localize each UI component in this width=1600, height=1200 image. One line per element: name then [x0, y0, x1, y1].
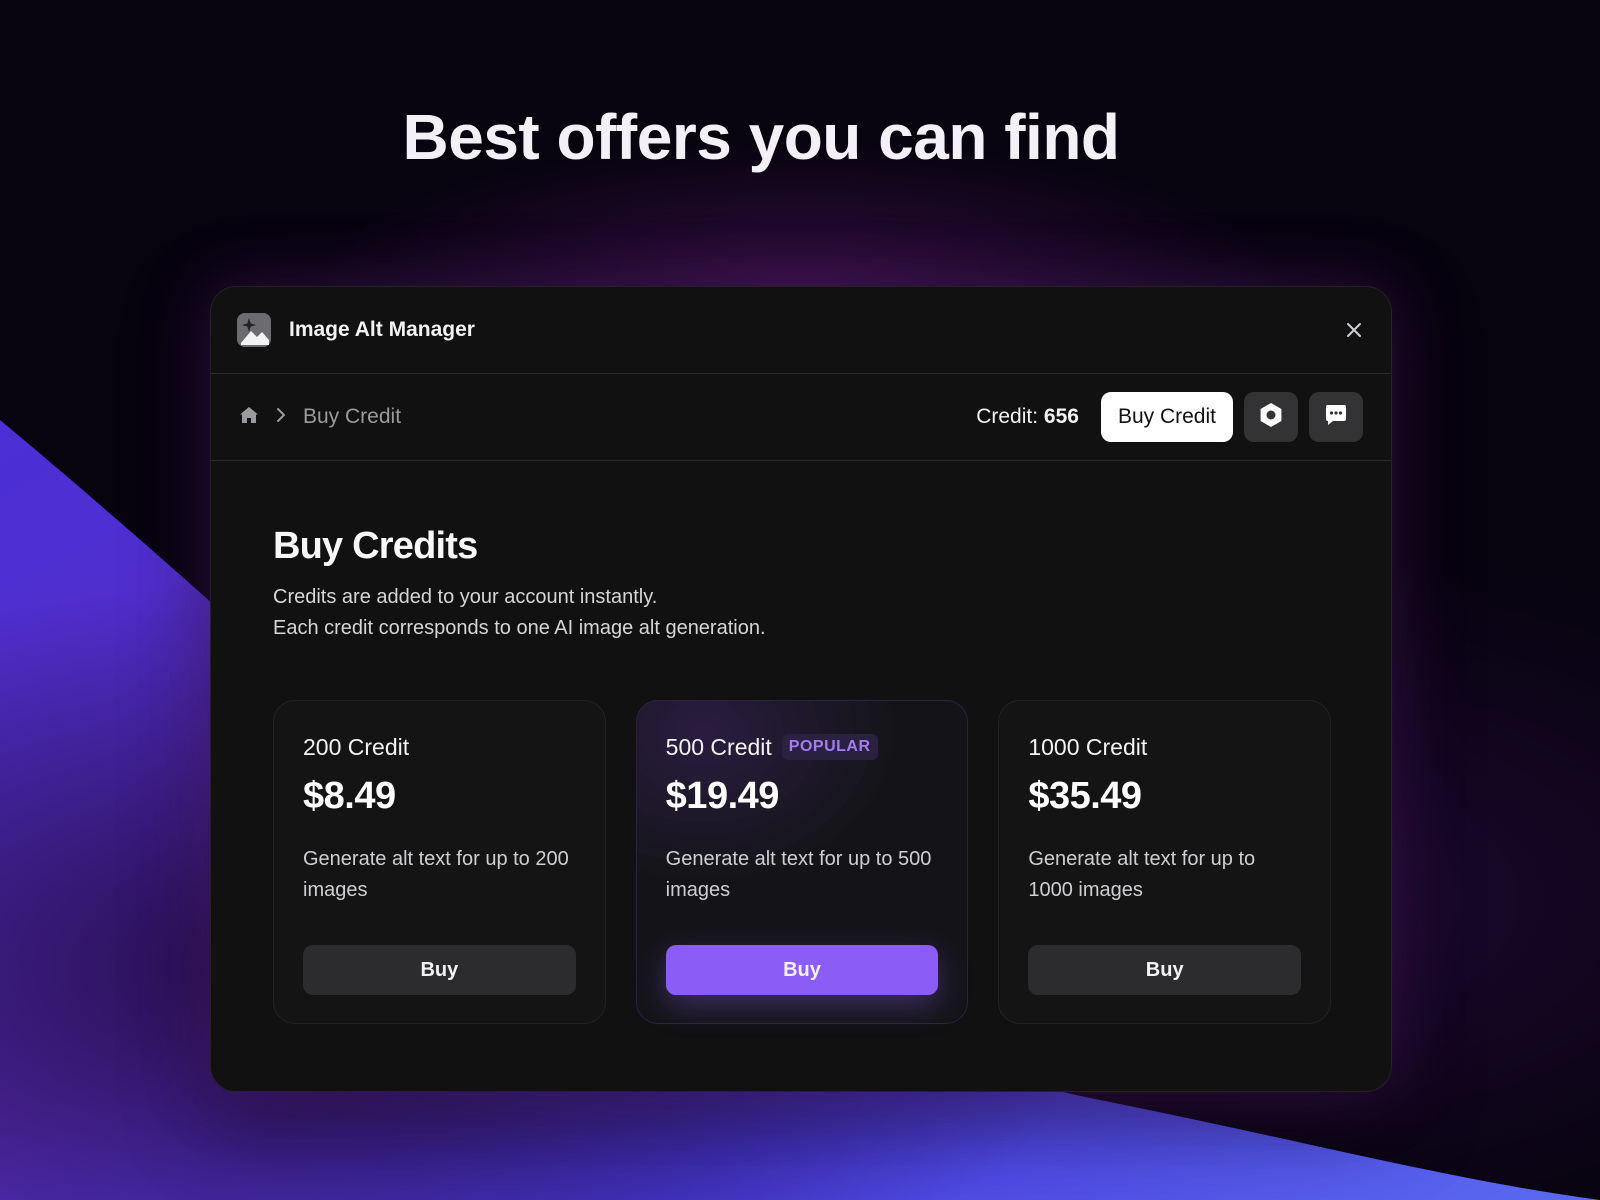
app-title: Image Alt Manager	[289, 318, 475, 341]
nav-bar: Buy Credit Credit: 656 Buy Credit	[211, 374, 1391, 461]
description-line: Each credit corresponds to one AI image …	[273, 617, 766, 639]
pricing-cards: 200 Credit $8.49 Generate alt text for u…	[273, 700, 1332, 1024]
buy-credit-button[interactable]: Buy Credit	[1100, 392, 1233, 442]
main-content: Buy Credits Credits are added to your ac…	[211, 461, 1391, 1024]
plan-card-200: 200 Credit $8.49 Generate alt text for u…	[273, 700, 606, 1024]
app-window: Image Alt Manager Buy Credit Credit: 656	[210, 286, 1392, 1092]
image-sparkle-icon	[237, 313, 271, 347]
page-title: Buy Credits	[273, 525, 478, 567]
settings-button[interactable]	[1244, 392, 1298, 442]
plan-description: Generate alt text for up to 200 images	[303, 848, 569, 901]
plan-card-500: 500 Credit POPULAR $19.49 Generate alt t…	[635, 700, 969, 1024]
page-description: Credits are added to your account instan…	[273, 582, 1331, 644]
description-line: Credits are added to your account instan…	[273, 586, 658, 608]
title-bar: Image Alt Manager	[211, 287, 1391, 374]
plan-name: 500 Credit	[665, 733, 772, 760]
credit-balance: Credit: 656	[976, 405, 1079, 429]
breadcrumb-current: Buy Credit	[303, 405, 402, 428]
credit-value: 656	[1043, 405, 1079, 428]
headline: Best offers you can find	[402, 101, 1121, 173]
close-icon[interactable]	[1339, 315, 1369, 345]
credit-label: Credit:	[976, 405, 1039, 428]
settings-hexagon-icon	[1258, 402, 1284, 433]
plan-name: 1000 Credit	[1028, 733, 1148, 760]
plan-price: $19.49	[665, 775, 780, 817]
plan-price: $8.49	[303, 775, 396, 817]
home-icon[interactable]	[239, 405, 259, 430]
chevron-right-icon	[275, 406, 287, 429]
plan-name: 200 Credit	[303, 733, 410, 760]
buy-button-500[interactable]: Buy	[665, 945, 939, 995]
plan-description: Generate alt text for up to 1000 images	[1028, 848, 1256, 901]
buy-button-1000[interactable]: Buy	[1028, 945, 1302, 995]
breadcrumb: Buy Credit	[239, 405, 401, 430]
popular-badge: POPULAR	[781, 734, 878, 760]
plan-price: $35.49	[1028, 775, 1142, 817]
plan-card-1000: 1000 Credit $35.49 Generate alt text for…	[998, 700, 1332, 1024]
chat-icon	[1324, 403, 1348, 432]
plan-description: Generate alt text for up to 500 images	[665, 848, 932, 901]
buy-button-200[interactable]: Buy	[303, 945, 576, 995]
chat-button[interactable]	[1309, 392, 1363, 442]
